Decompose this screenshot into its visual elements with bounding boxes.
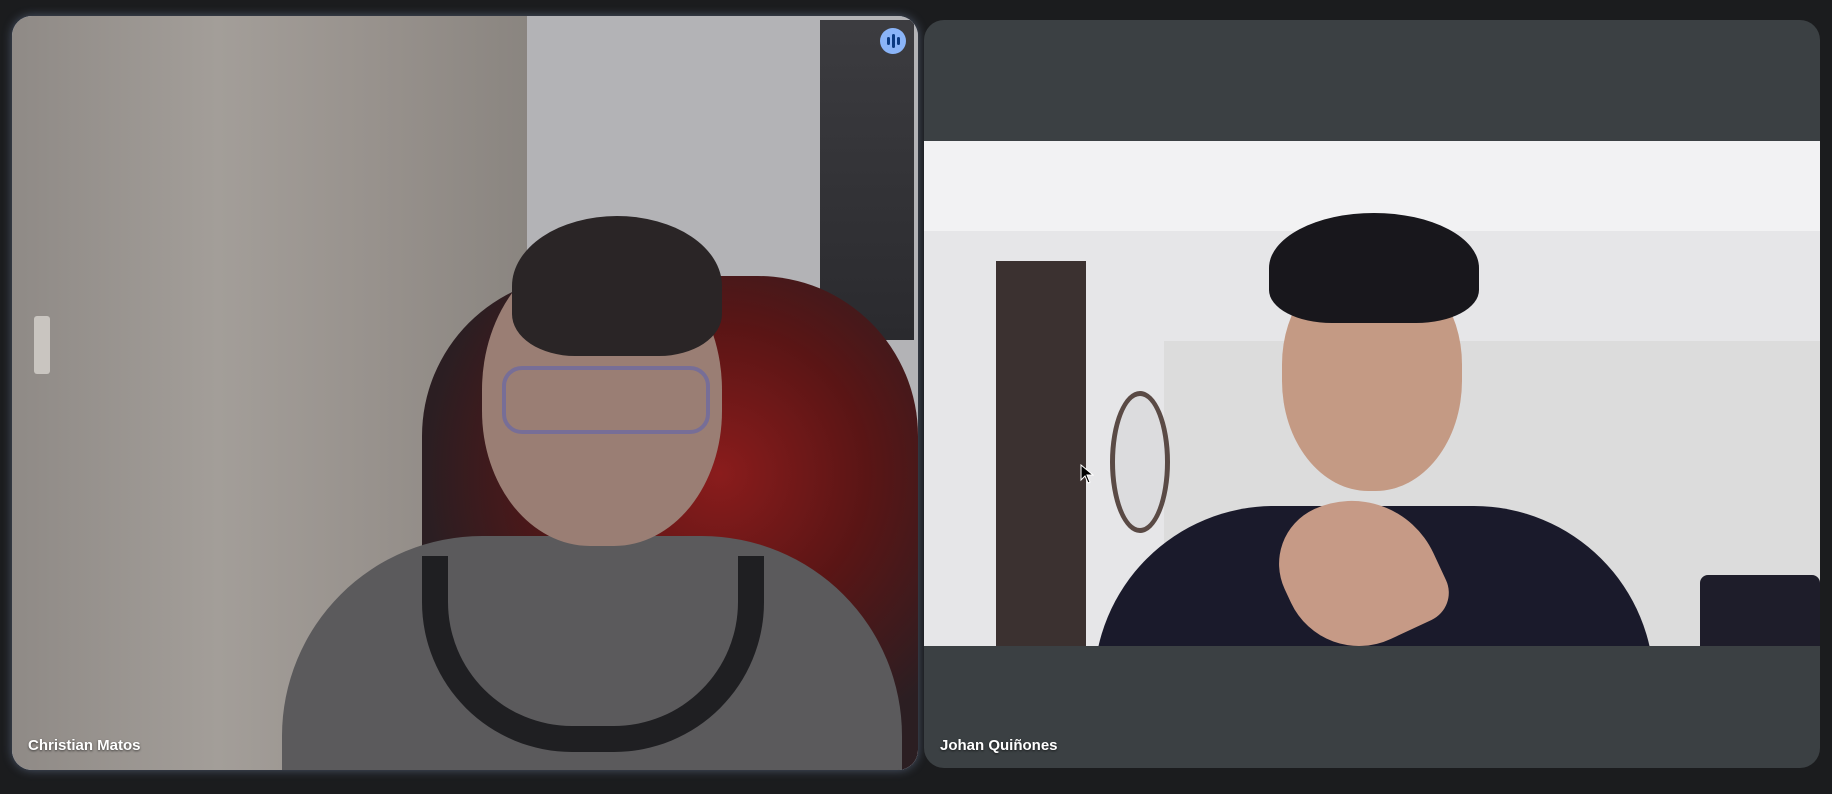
round-mirror [1110, 391, 1170, 533]
participant-tile-johan-quinones[interactable]: Johan Quiñones [924, 20, 1820, 768]
participant-hair [512, 216, 722, 356]
video-feed [12, 16, 918, 770]
video-feed [924, 141, 1820, 646]
participant-tile-christian-matos[interactable]: Christian Matos [12, 16, 918, 770]
poster [820, 20, 914, 340]
wardrobe-handle [34, 316, 50, 374]
door [996, 261, 1086, 646]
participant-name: Christian Matos [28, 737, 141, 754]
mouse-pointer-icon [1080, 464, 1094, 484]
glasses [502, 366, 710, 434]
audio-levels-icon [880, 28, 906, 54]
participant-hair [1269, 213, 1479, 323]
participant-name: Johan Quiñones [940, 737, 1058, 754]
sofa [1700, 575, 1820, 646]
